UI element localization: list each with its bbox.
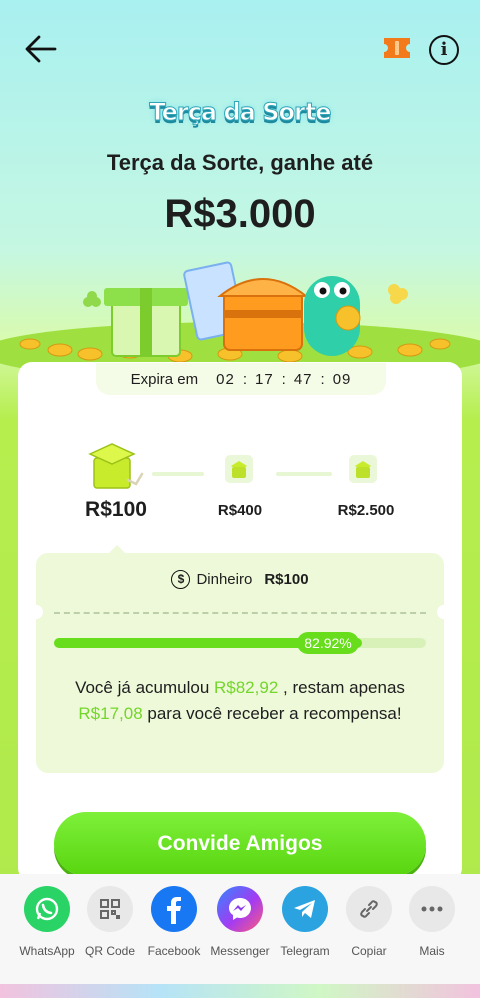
milestone-label-2: R$400 [217, 502, 263, 519]
treasure-chest-icon [217, 278, 309, 351]
info-button[interactable]: i [429, 35, 459, 65]
prize-illustration [0, 261, 480, 380]
ticket-cutout [437, 605, 451, 619]
reward-row: $ Dinheiro R$100 [36, 570, 444, 589]
reward-label: Dinheiro [196, 571, 253, 588]
accumulated-amount: R$82,92 [214, 678, 279, 697]
milestone-track: R$100 R$400 R$2.500 [18, 430, 462, 530]
message-text: , restam apenas [278, 678, 405, 697]
timer-minutes: 17 [254, 370, 274, 388]
invite-friends-button[interactable]: Convide Amigos [54, 812, 426, 876]
timer-hours: 02 [216, 370, 235, 388]
more-icon [409, 886, 455, 932]
progress-message: Você já acumulou R$82,92 , restam apenas… [66, 675, 414, 727]
timer-seconds: 47 [293, 370, 313, 388]
telegram-icon [282, 886, 328, 932]
timer-separator: : [242, 370, 247, 388]
share-telegram[interactable]: Telegram [273, 886, 337, 958]
expiry-timer: Expira em 02 : 17 : 47 : 09 [96, 363, 386, 395]
share-qr-code[interactable]: QR Code [78, 886, 142, 958]
link-icon [346, 886, 392, 932]
remaining-amount: R$17,08 [78, 704, 143, 723]
green-gift-icon [104, 288, 188, 357]
timer-separator: : [281, 370, 286, 388]
share-more[interactable]: Mais [400, 886, 464, 958]
share-label: Mais [419, 944, 445, 958]
dollar-circle-icon: $ [171, 570, 191, 589]
milestone-label-3: R$2.500 [337, 502, 395, 519]
bottom-strip [0, 984, 480, 998]
gift-box-active-icon [88, 443, 144, 489]
timer-separator: : [320, 370, 325, 388]
share-label: QR Code [84, 944, 136, 958]
whatsapp-icon [24, 886, 70, 932]
clover-icon [83, 291, 101, 307]
share-label: Telegram [280, 944, 330, 958]
promo-headline: Terça da Sorte, ganhe até [106, 150, 374, 175]
share-messenger[interactable]: Messenger [208, 886, 272, 958]
share-label: WhatsApp [19, 944, 75, 958]
message-text: para você receber a recompensa! [142, 704, 402, 723]
message-text: Você já acumulou [75, 678, 214, 697]
milestone-label-1: R$100 [85, 498, 147, 521]
gift-box-locked-icon [225, 455, 253, 483]
share-facebook[interactable]: Facebook [142, 886, 206, 958]
gift-box-locked-icon [349, 455, 377, 483]
share-copy-link[interactable]: Copiar [337, 886, 401, 958]
facebook-icon [151, 886, 197, 932]
milestone-connector [276, 472, 332, 476]
mascot-icon [304, 276, 361, 356]
progress-bar [54, 638, 426, 648]
star-clover-icon [388, 284, 408, 304]
progress-percent: 82.92% [297, 632, 359, 654]
arrow-left-icon[interactable] [22, 32, 60, 66]
share-label: Copiar [351, 944, 387, 958]
promo-amount: R$3.000 [164, 192, 316, 236]
divider [54, 612, 426, 614]
ticket-cutout [29, 605, 43, 619]
milestone-connector [152, 472, 204, 476]
ticket-icon[interactable] [382, 35, 412, 61]
top-bar: i [0, 22, 480, 78]
reward-value: R$100 [264, 571, 309, 588]
promo-logo: Terça da Sorte [149, 98, 332, 127]
share-whatsapp[interactable]: WhatsApp [15, 886, 79, 958]
share-label: Messenger [210, 944, 270, 958]
timer-frames: 09 [332, 370, 352, 388]
qr-code-icon [87, 886, 133, 932]
expiry-label: Expira em [130, 370, 199, 388]
share-label: Facebook [147, 944, 201, 958]
share-sheet: WhatsApp QR Code Facebook Messenger Tele… [0, 874, 480, 998]
messenger-icon [217, 886, 263, 932]
